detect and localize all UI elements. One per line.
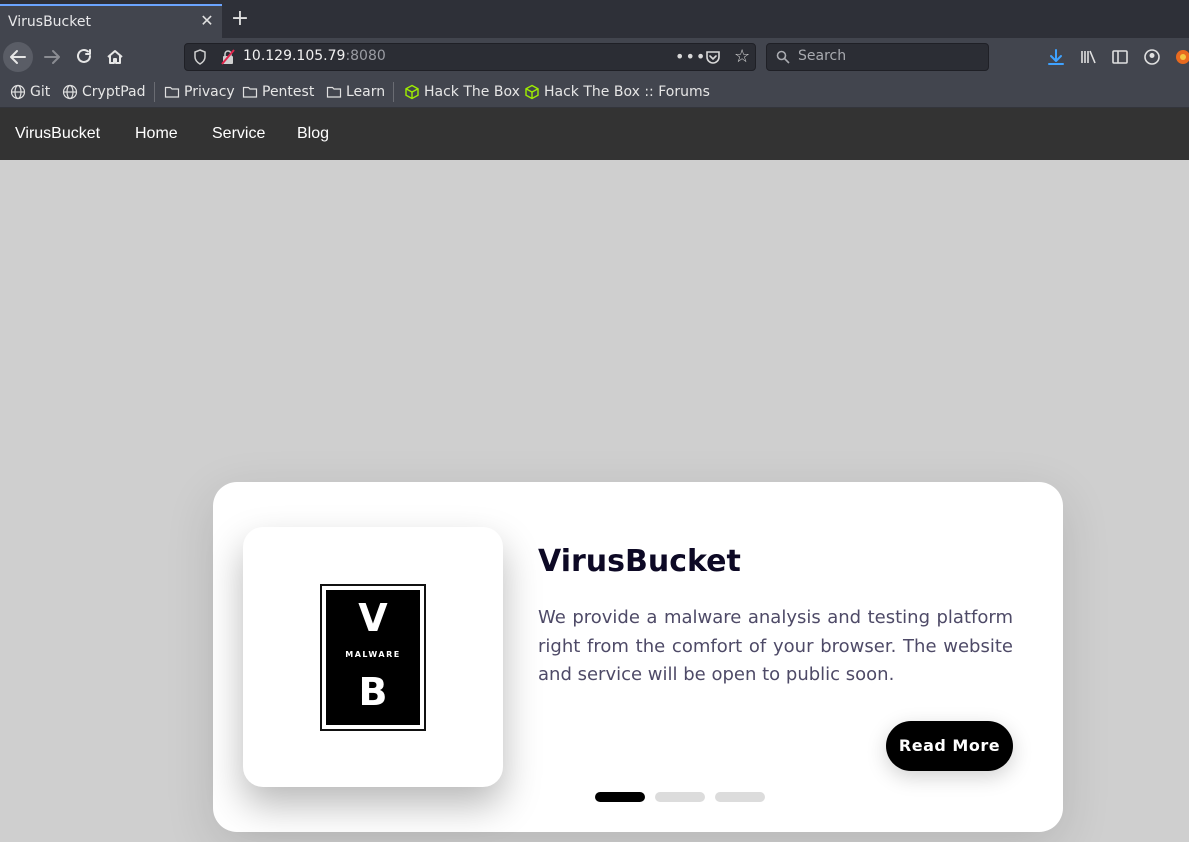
slide-description: We provide a malware analysis and testin… — [538, 607, 1013, 685]
bookmark-label: Learn — [346, 84, 386, 100]
reload-icon[interactable] — [69, 42, 99, 72]
bookmark-label: Pentest — [262, 84, 315, 100]
bookmark-label: Git — [30, 84, 51, 100]
bookmark-label: Hack The Box — [424, 84, 520, 100]
slide-image-frame: V MALWARE B — [243, 527, 503, 787]
bookmark-label: Privacy — [184, 84, 235, 100]
tab-bar: VirusBucket ✕ + — [0, 0, 1189, 38]
folder-icon — [164, 86, 180, 98]
nav-link-home[interactable]: Home — [135, 125, 178, 143]
bookmark-label: Hack The Box :: Forums — [544, 84, 710, 100]
bookmark-folder-privacy[interactable]: Privacy — [164, 83, 235, 101]
url-text[interactable]: 10.129.105.79:8080 — [243, 48, 386, 64]
virusbucket-logo: V MALWARE B — [320, 584, 426, 731]
bookmark-hack-the-box[interactable]: Hack The Box — [404, 83, 520, 101]
url-port: :8080 — [345, 48, 386, 64]
nav-link-blog[interactable]: Blog — [297, 125, 329, 143]
back-arrow-icon[interactable] — [3, 42, 33, 72]
account-icon[interactable] — [1143, 48, 1161, 66]
tab-title: VirusBucket — [8, 14, 91, 30]
htb-cube-icon — [525, 84, 539, 100]
home-icon[interactable] — [100, 42, 130, 72]
navigation-toolbar: 10.129.105.79:8080 ••• ☆ Search — [0, 38, 1189, 76]
htb-cube-icon — [405, 84, 419, 100]
extension-icon[interactable] — [1174, 48, 1189, 66]
bookmark-cryptpad[interactable]: CryptPad — [62, 83, 145, 101]
page-actions-menu-icon[interactable]: ••• — [675, 47, 706, 66]
bookmark-hack-the-box-forums[interactable]: Hack The Box :: Forums — [524, 83, 710, 101]
insecure-lock-icon[interactable] — [221, 49, 235, 65]
slider-dot-3[interactable] — [715, 792, 765, 802]
pocket-icon[interactable] — [705, 49, 721, 65]
slider-dot-2[interactable] — [655, 792, 705, 802]
library-icon[interactable] — [1079, 48, 1097, 66]
folder-icon — [242, 86, 258, 98]
url-bar[interactable]: 10.129.105.79:8080 ••• ☆ — [184, 43, 756, 71]
globe-icon — [10, 84, 26, 100]
search-placeholder: Search — [798, 48, 847, 64]
bookmark-star-icon[interactable]: ☆ — [734, 46, 750, 67]
read-more-button[interactable]: Read More — [886, 721, 1013, 771]
bookmark-separator — [154, 82, 155, 102]
nav-link-service[interactable]: Service — [212, 125, 265, 143]
slider-dot-1[interactable] — [595, 792, 645, 802]
logo-letter-v: V — [358, 596, 388, 640]
globe-icon — [62, 84, 78, 100]
bookmark-folder-pentest[interactable]: Pentest — [242, 83, 314, 101]
sidebar-icon[interactable] — [1111, 48, 1129, 66]
slide-title: VirusBucket — [538, 544, 741, 579]
bookmark-folder-learn[interactable]: Learn — [326, 83, 385, 101]
logo-malware-text: MALWARE — [345, 650, 401, 659]
site-navbar: VirusBucket Home Service Blog — [0, 108, 1189, 160]
new-tab-icon[interactable]: + — [229, 8, 251, 30]
url-host: 10.129.105.79 — [243, 48, 346, 64]
bookmark-git[interactable]: Git — [10, 83, 50, 101]
search-icon — [776, 50, 790, 64]
tracking-shield-icon[interactable] — [193, 49, 207, 65]
bookmark-separator — [393, 82, 394, 102]
site-brand-link[interactable]: VirusBucket — [15, 125, 100, 143]
bookmarks-toolbar: Git CryptPad Privacy Pentest Learn Hack … — [0, 76, 1189, 108]
close-tab-icon[interactable]: ✕ — [198, 12, 216, 30]
hero-slider-card: V MALWARE B VirusBucket We provide a mal… — [213, 482, 1063, 832]
downloads-icon[interactable] — [1047, 48, 1065, 66]
logo-letter-b: B — [358, 670, 388, 714]
tab-virusbucket[interactable]: VirusBucket ✕ — [0, 4, 222, 38]
forward-arrow-icon[interactable] — [37, 42, 67, 72]
search-bar[interactable]: Search — [766, 43, 989, 71]
folder-icon — [326, 86, 342, 98]
bookmark-label: CryptPad — [82, 84, 146, 100]
